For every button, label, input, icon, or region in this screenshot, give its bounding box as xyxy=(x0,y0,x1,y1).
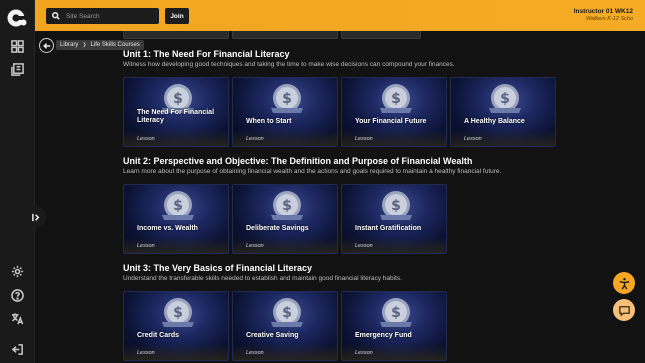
svg-text:$: $ xyxy=(500,91,510,107)
lesson-type: Lesson xyxy=(137,136,155,142)
lesson-card[interactable]: $ Credit Cards Lesson xyxy=(123,291,229,361)
library-icon[interactable] xyxy=(10,62,25,77)
breadcrumb-item-library[interactable]: Library xyxy=(60,42,78,48)
main-content: Library ❯ Life Skills Courses Unit 1: Th… xyxy=(35,31,645,363)
search-input[interactable] xyxy=(66,12,156,20)
accessibility-icon xyxy=(619,277,629,289)
chat-bubble-icon xyxy=(618,305,630,316)
scrolled-card[interactable] xyxy=(232,31,338,39)
dollar-coin-icon: $ xyxy=(489,84,521,113)
left-rail xyxy=(0,0,35,363)
unit-description: Learn more about the purpose of obtainin… xyxy=(123,168,502,175)
lesson-type: Lesson xyxy=(137,350,155,356)
user-organization: Walkers K-12 Scho xyxy=(586,16,633,22)
unit-title: Unit 2: Perspective and Objective: The D… xyxy=(123,156,473,166)
lesson-title: Income vs. Wealth xyxy=(137,225,198,232)
lesson-card[interactable]: $ A Healthy Balance Lesson xyxy=(450,77,556,147)
logout-icon[interactable] xyxy=(10,342,25,357)
lesson-type: Lesson xyxy=(355,136,373,142)
lesson-title: Your Financial Future xyxy=(355,118,427,125)
lesson-card[interactable]: $ Your Financial Future Lesson xyxy=(341,77,447,147)
site-search[interactable] xyxy=(46,8,159,24)
lesson-type: Lesson xyxy=(246,243,264,249)
lesson-card[interactable]: $ Emergency Fund Lesson xyxy=(341,291,447,361)
dollar-coin-icon: $ xyxy=(380,84,412,113)
lesson-title: Instant Gratification xyxy=(355,225,422,232)
lesson-type: Lesson xyxy=(246,136,264,142)
unit-title: Unit 3: The Very Basics of Financial Lit… xyxy=(123,263,313,273)
accessibility-button[interactable] xyxy=(613,272,635,294)
lesson-type: Lesson xyxy=(464,136,482,142)
lesson-title: A Healthy Balance xyxy=(464,118,525,125)
lesson-type: Lesson xyxy=(137,243,155,249)
back-button[interactable] xyxy=(39,38,54,53)
lesson-title: The Need For Financial Literacy xyxy=(137,109,215,124)
breadcrumb-item-current: Life Skills Courses xyxy=(90,42,140,48)
svg-text:$: $ xyxy=(282,91,292,107)
join-button[interactable]: Join xyxy=(165,8,189,24)
dollar-coin-icon: $ xyxy=(162,298,194,327)
dollar-coin-icon: $ xyxy=(380,298,412,327)
svg-text:$: $ xyxy=(391,305,401,321)
svg-text:$: $ xyxy=(391,91,401,107)
arrow-left-icon xyxy=(42,42,50,49)
help-icon[interactable] xyxy=(10,288,25,303)
chat-button[interactable] xyxy=(613,299,635,321)
svg-text:$: $ xyxy=(173,305,183,321)
lesson-card[interactable]: $ Income vs. Wealth Lesson xyxy=(123,184,229,254)
translate-icon[interactable] xyxy=(10,311,25,326)
lesson-title: When to Start xyxy=(246,118,292,125)
svg-text:$: $ xyxy=(282,198,292,214)
dollar-coin-icon: $ xyxy=(271,191,303,220)
settings-icon[interactable] xyxy=(10,264,25,279)
lesson-card[interactable]: $ When to Start Lesson xyxy=(232,77,338,147)
unit-description: Witness how developing good techniques a… xyxy=(123,61,455,68)
lesson-card[interactable]: $ Instant Gratification Lesson xyxy=(341,184,447,254)
dollar-coin-icon: $ xyxy=(162,191,194,220)
lesson-title: Emergency Fund xyxy=(355,332,412,339)
dollar-coin-icon: $ xyxy=(271,298,303,327)
lesson-card[interactable]: $ Deliberate Savings Lesson xyxy=(232,184,338,254)
dollar-coin-icon: $ xyxy=(380,191,412,220)
lesson-card[interactable]: $ Creative Saving Lesson xyxy=(232,291,338,361)
top-bar: Join Instructor 01 WK12 Walkers K-12 Sch… xyxy=(35,0,645,31)
svg-text:$: $ xyxy=(173,91,183,107)
scrolled-card[interactable] xyxy=(123,31,229,39)
svg-text:$: $ xyxy=(391,198,401,214)
unit-description: Understand the transferable skills neede… xyxy=(123,275,402,282)
svg-text:$: $ xyxy=(173,198,183,214)
scrolled-card[interactable] xyxy=(341,31,421,39)
svg-text:$: $ xyxy=(282,305,292,321)
unit-title: Unit 1: The Need For Financial Literacy xyxy=(123,49,290,59)
chevron-right-icon: ❯ xyxy=(82,42,87,48)
search-icon xyxy=(52,12,60,20)
lesson-type: Lesson xyxy=(355,350,373,356)
dashboard-icon[interactable] xyxy=(10,39,25,54)
dollar-coin-icon: $ xyxy=(271,84,303,113)
lesson-title: Deliberate Savings xyxy=(246,225,309,232)
lesson-type: Lesson xyxy=(246,350,264,356)
app-logo[interactable] xyxy=(6,7,28,29)
user-name: Instructor 01 WK12 xyxy=(573,8,633,15)
lesson-card[interactable]: $ The Need For Financial Literacy Lesson xyxy=(123,77,229,147)
user-profile[interactable]: Instructor 01 WK12 Walkers K-12 Scho xyxy=(574,8,633,22)
lesson-title: Creative Saving xyxy=(246,332,299,339)
lesson-title: Credit Cards xyxy=(137,332,180,339)
app-root: Join Instructor 01 WK12 Walkers K-12 Sch… xyxy=(0,0,645,363)
lesson-type: Lesson xyxy=(355,243,373,249)
